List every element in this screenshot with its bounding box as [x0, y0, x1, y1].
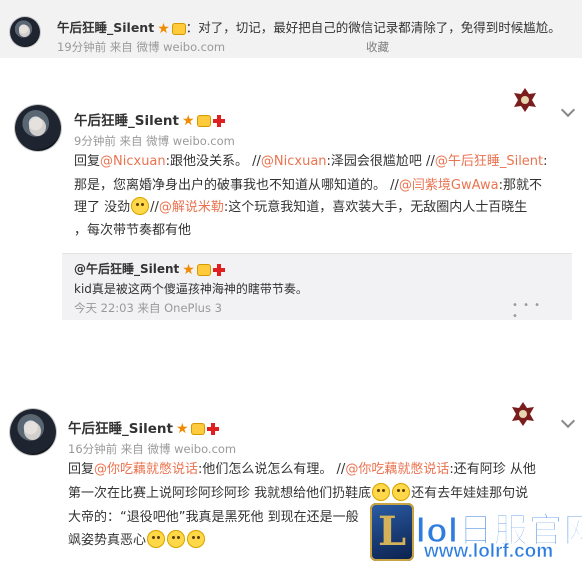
badges: ★	[176, 422, 219, 436]
post-source[interactable]: 微博 weibo.com	[147, 442, 236, 456]
post-text-line-3: 理了 没劲 //@解说米勒:这个玩意我知道，喜欢装大手，无敌圈内人士百晓生	[74, 197, 527, 219]
reply-meta: 今天 22:03 来自 OnePlus 3	[74, 300, 222, 316]
mention-link[interactable]: @Nicxuan	[100, 154, 166, 169]
reply-prefix: 回复	[68, 462, 95, 477]
favorite-button[interactable]: 收藏	[366, 39, 389, 55]
source-prefix: 来自	[109, 40, 133, 54]
post-text-line-1: 回复@Nicxuan:跟他没关系。 //@Nicxuan:泽园会很尴尬吧 //@…	[74, 151, 548, 173]
vip-icon	[196, 115, 211, 127]
star-icon: ★	[181, 113, 195, 129]
post-author: 午后狂睡_Silent ★	[74, 109, 225, 129]
text-span: 飒姿势真恶心	[68, 533, 147, 548]
smile-emoji-icon	[131, 197, 150, 215]
post-text-line-3: 大帝的：“退役吧他”我真是黑死他 到现在还是一般	[68, 510, 359, 525]
smile-emoji-icon	[187, 530, 206, 548]
smile-emoji-icon	[147, 530, 166, 548]
reply-username[interactable]: @午后狂睡_Silent	[74, 262, 179, 276]
reply-author: @午后狂睡_Silent ★	[74, 260, 225, 277]
reply-prefix: 回复	[74, 154, 101, 169]
text-span: :这个玩意我知道，喜欢装大手，无敌圈内人士百晓生	[223, 200, 528, 215]
smile-emoji-icon	[167, 530, 186, 548]
post-text-line-4: 飒姿势真恶心	[68, 530, 206, 552]
site-watermark: L lol日服官网 www.lolrf.com	[370, 497, 582, 569]
post-text-line-2: 那是，您离婚净身出户的破事我也不知道从哪知道的。 //@闫紫境GwAwa:那就不	[74, 175, 542, 197]
post-1: 午后狂睡_Silent ★ ：对了，切记，最好把自己的微信记录都清除了，免得到时候尴…	[0, 0, 582, 58]
mention-link[interactable]: @Nicxuan	[261, 154, 327, 169]
mention-link[interactable]: @午后狂睡_Silent	[435, 154, 543, 169]
avatar[interactable]	[10, 17, 40, 47]
vip-icon	[171, 22, 186, 35]
text-span: :还有阿珍 从他	[449, 462, 536, 477]
post-text-line-4: ，每次带节奏都有他	[74, 223, 192, 238]
chevron-down-icon[interactable]	[560, 413, 576, 429]
horde-icon	[512, 402, 534, 426]
badges: ★	[182, 263, 225, 277]
username[interactable]: 午后狂睡_Silent	[57, 20, 154, 35]
source-prefix: 来自	[120, 442, 144, 456]
red-cross-icon	[212, 263, 225, 276]
horde-icon	[514, 88, 536, 112]
lol-logo-icon: L	[370, 503, 414, 561]
post-source[interactable]: 微博 weibo.com	[136, 40, 225, 54]
badges: ★	[157, 22, 186, 36]
post-source[interactable]: 微博 weibo.com	[146, 134, 235, 148]
badges: ★	[182, 114, 225, 128]
text-span: :那就不	[498, 178, 542, 193]
post-text-line-1: 回复@你吃藕就憋说话:他们怎么说怎么有理。 //@你吃藕就憋说话:还有阿珍 从他	[68, 459, 536, 481]
post-2: 午后狂睡_Silent ★ 9分钟前 来自 微博 weibo.com 回复@Nic…	[0, 88, 582, 325]
username[interactable]: 午后狂睡_Silent	[68, 421, 173, 437]
red-cross-icon	[206, 423, 219, 435]
more-dots-icon[interactable]: • • • •	[512, 300, 552, 322]
post-author: 午后狂睡_Silent ★	[68, 417, 219, 437]
source-prefix: 来自	[137, 301, 161, 315]
post-meta: 16分钟前 来自 微博 weibo.com	[68, 441, 236, 457]
post-time[interactable]: 19分钟前	[57, 40, 106, 54]
star-icon: ★	[182, 261, 195, 278]
text-span: 那是，您离婚净身出户的破事我也不知道从哪知道的。 //	[74, 178, 399, 193]
reply-box: @午后狂睡_Silent ★ kid真是被这两个傻逼孩神海神的瞎带节奏。 今天 2…	[62, 253, 572, 322]
post-time[interactable]: 9分钟前	[74, 134, 116, 148]
logo-letter: L	[378, 508, 407, 555]
post-text: ：对了，切记，最好把自己的微信记录都清除了，免得到时候尴尬。	[185, 20, 561, 35]
chevron-down-icon[interactable]	[560, 102, 576, 118]
avatar[interactable]	[10, 409, 56, 455]
mention-link[interactable]: @你吃藕就憋说话	[345, 462, 449, 477]
reply-time[interactable]: 今天 22:03	[74, 301, 134, 315]
reply-source[interactable]: OnePlus 3	[164, 301, 222, 315]
avatar[interactable]	[15, 105, 61, 151]
vip-icon	[196, 263, 211, 276]
source-prefix: 来自	[119, 134, 143, 148]
text-span: 理了 没劲	[74, 200, 131, 215]
post-meta: 19分钟前 来自 微博 weibo.com	[57, 39, 225, 55]
watermark-url: www.lolrf.com	[424, 541, 554, 563]
post-1-line: 午后狂睡_Silent ★ ：对了，切记，最好把自己的微信记录都清除了，免得到时候尴…	[57, 17, 561, 36]
username[interactable]: 午后狂睡_Silent	[74, 113, 179, 129]
star-icon: ★	[157, 20, 170, 37]
text-span: :	[543, 154, 548, 169]
mention-link[interactable]: @解说米勒	[159, 200, 224, 215]
vip-icon	[190, 423, 205, 435]
post-time[interactable]: 16分钟前	[68, 442, 117, 456]
post-meta: 9分钟前 来自 微博 weibo.com	[74, 133, 235, 149]
mention-link[interactable]: @闫紫境GwAwa	[399, 178, 499, 193]
red-cross-icon	[212, 115, 225, 127]
star-icon: ★	[175, 421, 189, 437]
mention-link[interactable]: @你吃藕就憋说话	[94, 462, 198, 477]
text-span: 第一次在比赛上说阿珍阿珍阿珍 我就想给他们扔鞋底	[68, 486, 372, 501]
reply-text: kid真是被这两个傻逼孩神海神的瞎带节奏。	[74, 282, 308, 296]
text-span: :泽园会很尴尬吧 //	[326, 154, 435, 169]
text-span: :跟他没关系。 //	[165, 154, 261, 169]
text-span: //	[150, 200, 159, 215]
text-span: :他们怎么说怎么有理。 //	[198, 462, 346, 477]
